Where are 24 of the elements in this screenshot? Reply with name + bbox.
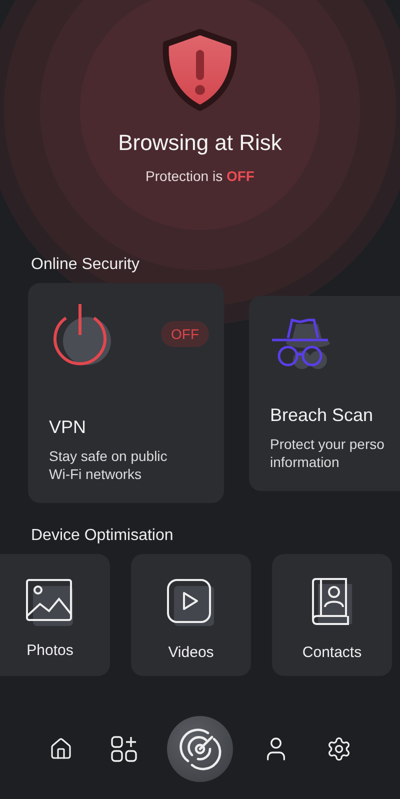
radar-icon xyxy=(178,727,222,771)
device-card[interactable]: Videos xyxy=(131,554,251,676)
card-title: Breach Scan xyxy=(270,405,374,426)
device-card[interactable]: Contacts xyxy=(272,554,392,676)
status-title: Browsing at Risk xyxy=(118,130,282,156)
section-heading: Device Optimisation xyxy=(30,527,174,545)
card-title: VPN xyxy=(49,417,88,438)
card-label: Photos xyxy=(26,642,74,659)
address-book-icon xyxy=(310,578,354,628)
settings-icon xyxy=(326,736,352,762)
card-description: Protect your perso information xyxy=(270,435,386,471)
card-label: Videos xyxy=(168,644,214,661)
status-badge: OFF xyxy=(161,321,209,347)
home-icon xyxy=(49,737,74,761)
play-icon xyxy=(166,578,216,628)
vpn-card[interactable]: OFF VPN Stay safe on public Wi-Fi networks xyxy=(28,283,224,503)
card-description: Stay safe on public Wi-Fi networks xyxy=(49,447,168,483)
add-app-icon xyxy=(111,736,138,762)
section-heading: Online Security xyxy=(30,256,140,274)
breach-scan-card[interactable]: Breach Scan Protect your perso information xyxy=(249,296,400,491)
protection-status: Protection is OFF xyxy=(146,168,254,184)
card-label: Contacts xyxy=(302,644,362,661)
image-icon xyxy=(25,578,75,626)
device-card[interactable]: Photos xyxy=(0,554,110,676)
